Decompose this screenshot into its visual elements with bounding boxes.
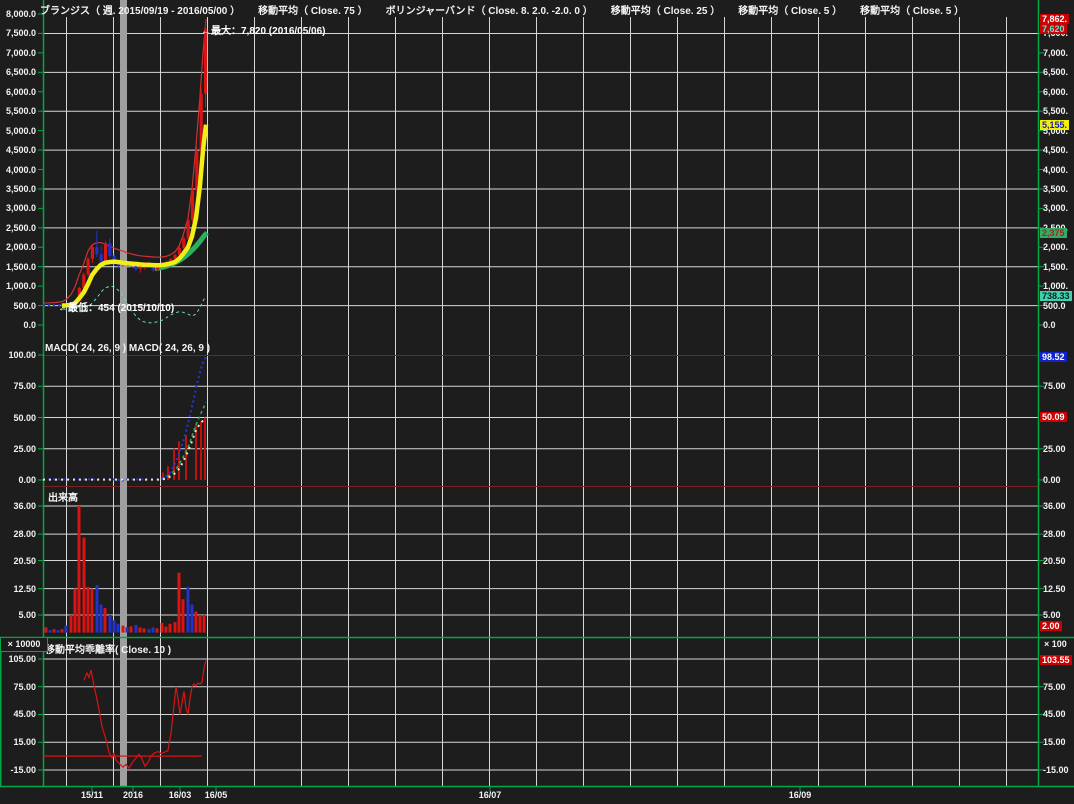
- volume-bar: [57, 630, 60, 633]
- volume-bar: [83, 538, 86, 633]
- chart-application-window: ブランジス（ 週. 2015/09/19 - 2016/05/00 ） 移動平均（…: [0, 0, 1074, 804]
- bollinger-legend: ボリンジャーバンド（ Close. 8. 2.0. -2.0. 0 ）: [386, 6, 593, 17]
- volume-bar: [143, 628, 146, 632]
- candle-body: [187, 220, 190, 238]
- volume-bar: [135, 625, 138, 633]
- volume-bar: [53, 629, 56, 633]
- volume-bar: [49, 630, 52, 633]
- volume-bar: [152, 627, 155, 632]
- candle-body: [91, 247, 94, 259]
- volume-bar: [139, 627, 142, 632]
- volume-bar: [187, 587, 190, 633]
- volume-bar: [104, 608, 107, 633]
- volume-bar: [87, 587, 90, 633]
- candle-body: [108, 243, 111, 255]
- candle-body: [191, 190, 194, 220]
- volume-bar: [122, 626, 125, 633]
- volume-bar: [61, 629, 64, 633]
- candle-body: [104, 243, 107, 260]
- volume-bar: [100, 605, 103, 633]
- volume-bar: [91, 589, 94, 633]
- volume-bar: [130, 626, 133, 632]
- volume-bar: [191, 605, 194, 633]
- candle-body: [100, 254, 103, 261]
- volume-bar: [156, 628, 159, 632]
- volume-bar: [126, 627, 129, 632]
- volume-bar: [203, 615, 206, 633]
- volume-bar: [148, 629, 151, 633]
- volume-bar: [113, 620, 116, 632]
- volume-bar: [109, 615, 112, 633]
- volume-bar: [174, 622, 177, 633]
- volume-multiplier-left: × 10000: [0, 637, 48, 652]
- candle-body: [95, 247, 98, 254]
- volume-bar: [165, 627, 168, 633]
- volume-bar: [182, 599, 185, 632]
- volume-bar: [117, 624, 120, 633]
- volume-bar: [65, 626, 68, 633]
- volume-panel-label: 出来高: [48, 489, 78, 504]
- volume-bar: [178, 573, 181, 633]
- volume-bar: [96, 585, 99, 633]
- chart-header: ブランジス（ 週. 2015/09/19 - 2016/05/00 ） 移動平均（…: [40, 2, 982, 17]
- candle-body: [182, 238, 185, 248]
- candle-body: [204, 29, 207, 94]
- ma75-legend: 移動平均（ Close. 75 ）: [258, 6, 367, 17]
- volume-bar: [169, 624, 172, 633]
- volume-bar: [74, 589, 77, 633]
- selected-week-cursor[interactable]: [120, 0, 127, 786]
- volume-bar: [161, 623, 164, 633]
- volume-bar: [195, 612, 198, 633]
- chart-canvas[interactable]: [0, 0, 1074, 804]
- volume-bar: [70, 615, 73, 633]
- deviation-panel-label: 移動平均乖離率( Close. 10 ): [45, 641, 171, 656]
- ma5-legend-b: 移動平均（ Close. 5 ）: [860, 6, 964, 17]
- volume-bar: [199, 615, 202, 633]
- volume-multiplier-right: × 100: [1044, 639, 1067, 649]
- candle-body: [87, 259, 90, 275]
- volume-bar: [45, 627, 48, 632]
- ma5-legend-a: 移動平均（ Close. 5 ）: [738, 6, 842, 17]
- ma25-legend: 移動平均（ Close. 25 ）: [611, 6, 720, 17]
- volume-bar: [78, 506, 81, 633]
- symbol-period-label: ブランジス（ 週. 2015/09/19 - 2016/05/00 ）: [40, 6, 240, 17]
- macd-panel-label: MACD( 24, 26, 9 ) MACD( 24, 26, 9 ): [45, 343, 210, 354]
